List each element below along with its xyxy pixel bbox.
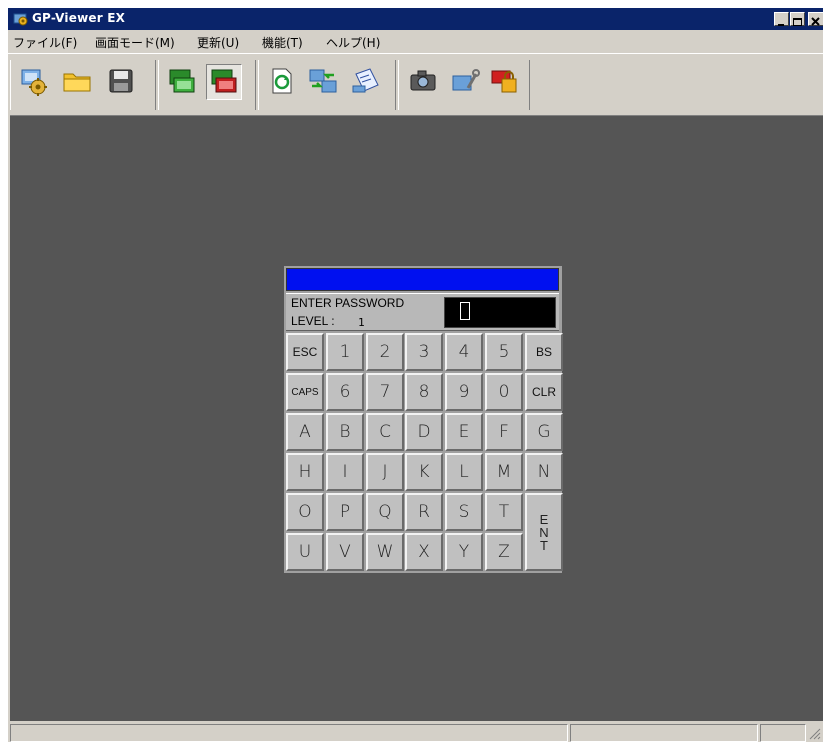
key-n[interactable]: N <box>525 453 563 491</box>
key-2[interactable]: 2 <box>366 333 404 371</box>
close-button[interactable] <box>808 12 823 26</box>
title-bar[interactable]: GP-Viewer EX <box>8 8 823 30</box>
app-icon <box>13 13 28 26</box>
key-i[interactable]: I <box>326 453 364 491</box>
key-y[interactable]: Y <box>445 533 483 571</box>
monitor-display-icon <box>169 69 195 93</box>
settings-tool-button[interactable] <box>448 64 484 100</box>
save-button[interactable] <box>104 64 140 100</box>
key-caps[interactable]: CAPS <box>286 373 324 411</box>
save-disk-icon <box>109 69 133 93</box>
menu-function[interactable]: 機能(T) <box>262 34 303 51</box>
key-p[interactable]: P <box>326 493 364 531</box>
maximize-button[interactable] <box>790 12 805 26</box>
camera-button[interactable] <box>406 64 442 100</box>
transfer-icon <box>309 69 337 93</box>
password-prompt: ENTER PASSWORD <box>291 296 405 310</box>
key-8[interactable]: 8 <box>405 373 443 411</box>
key-3[interactable]: 3 <box>405 333 443 371</box>
open-button[interactable] <box>60 64 96 100</box>
password-keypad: ENTER PASSWORD LEVEL : 1 ESC 1 2 3 4 5 BS CAPS 6… <box>284 266 563 573</box>
key-clr[interactable]: CLR <box>525 373 563 411</box>
viewer-workspace[interactable]: ENTER PASSWORD LEVEL : 1 ESC 1 2 3 4 5 BS CAPS 6… <box>10 115 823 722</box>
key-m[interactable]: M <box>485 453 523 491</box>
close-icon <box>811 17 820 26</box>
menu-file[interactable]: ファイル(F) <box>13 34 77 51</box>
refresh-document-button[interactable] <box>264 64 300 100</box>
key-5[interactable]: 5 <box>485 333 523 371</box>
keypad-title-bar <box>286 268 559 291</box>
key-h[interactable]: H <box>286 453 324 491</box>
key-0[interactable]: 0 <box>485 373 523 411</box>
id-lock-button[interactable] <box>488 64 524 100</box>
key-b[interactable]: B <box>326 413 364 451</box>
key-z[interactable]: Z <box>485 533 523 571</box>
id-lock-icon <box>491 70 517 93</box>
open-folder-icon <box>63 73 91 92</box>
app-window: GP-Viewer EX ファイル(F) 画面モード(M) 更新(U) 機能(T… <box>8 8 823 742</box>
key-r[interactable]: R <box>405 493 443 531</box>
key-9[interactable]: 9 <box>445 373 483 411</box>
settings-tool-icon <box>452 69 480 91</box>
enter-key-letter: T <box>540 537 548 553</box>
connect-icon <box>21 69 47 96</box>
key-s[interactable]: S <box>445 493 483 531</box>
window-title: GP-Viewer EX <box>32 11 126 25</box>
key-4[interactable]: 4 <box>445 333 483 371</box>
level-value: 1 <box>358 316 365 329</box>
monitor-alarm-icon <box>211 69 237 93</box>
menu-help[interactable]: ヘルプ(H) <box>326 34 380 51</box>
key-7[interactable]: 7 <box>366 373 404 411</box>
key-bs[interactable]: BS <box>525 333 563 371</box>
enter-key-letter: E <box>539 511 549 527</box>
monitor-display-button[interactable] <box>164 64 200 100</box>
minimize-icon <box>778 24 784 26</box>
key-t[interactable]: T <box>485 493 523 531</box>
camera-icon <box>410 70 436 91</box>
refresh-document-icon <box>272 68 292 94</box>
menu-bar: ファイル(F) 画面モード(M) 更新(U) 機能(T) ヘルプ(H) <box>8 30 823 53</box>
transfer-button[interactable] <box>306 64 342 100</box>
status-pane-small <box>760 724 806 742</box>
menu-update[interactable]: 更新(U) <box>197 34 239 51</box>
status-pane-secondary <box>570 724 758 742</box>
print-document-button[interactable] <box>348 64 384 100</box>
password-input-display[interactable] <box>444 297 556 328</box>
key-v[interactable]: V <box>326 533 364 571</box>
key-l[interactable]: L <box>445 453 483 491</box>
monitor-alarm-button[interactable] <box>206 64 242 100</box>
resize-grip-icon[interactable] <box>807 726 821 740</box>
print-document-icon <box>352 68 379 93</box>
connect-button[interactable] <box>16 64 52 100</box>
key-x[interactable]: X <box>405 533 443 571</box>
key-esc[interactable]: ESC <box>286 333 324 371</box>
key-w[interactable]: W <box>366 533 404 571</box>
key-e[interactable]: E <box>445 413 483 451</box>
key-u[interactable]: U <box>286 533 324 571</box>
enter-key-letter: N <box>539 524 549 540</box>
menu-screen-mode[interactable]: 画面モード(M) <box>95 34 175 51</box>
input-cursor <box>460 302 470 320</box>
key-j[interactable]: J <box>366 453 404 491</box>
level-label: LEVEL : <box>291 314 335 328</box>
status-pane-main <box>10 724 568 742</box>
key-1[interactable]: 1 <box>326 333 364 371</box>
key-enter[interactable]: ENT <box>525 493 563 571</box>
key-a[interactable]: A <box>286 413 324 451</box>
key-q[interactable]: Q <box>366 493 404 531</box>
minimize-button[interactable] <box>774 12 789 26</box>
key-g[interactable]: G <box>525 413 563 451</box>
keypad-info-panel: ENTER PASSWORD LEVEL : 1 <box>286 293 559 331</box>
status-bar <box>8 721 823 742</box>
key-k[interactable]: K <box>405 453 443 491</box>
key-c[interactable]: C <box>366 413 404 451</box>
key-o[interactable]: O <box>286 493 324 531</box>
key-f[interactable]: F <box>485 413 523 451</box>
toolbar <box>8 53 823 115</box>
maximize-icon <box>793 18 802 26</box>
key-d[interactable]: D <box>405 413 443 451</box>
key-6[interactable]: 6 <box>326 373 364 411</box>
